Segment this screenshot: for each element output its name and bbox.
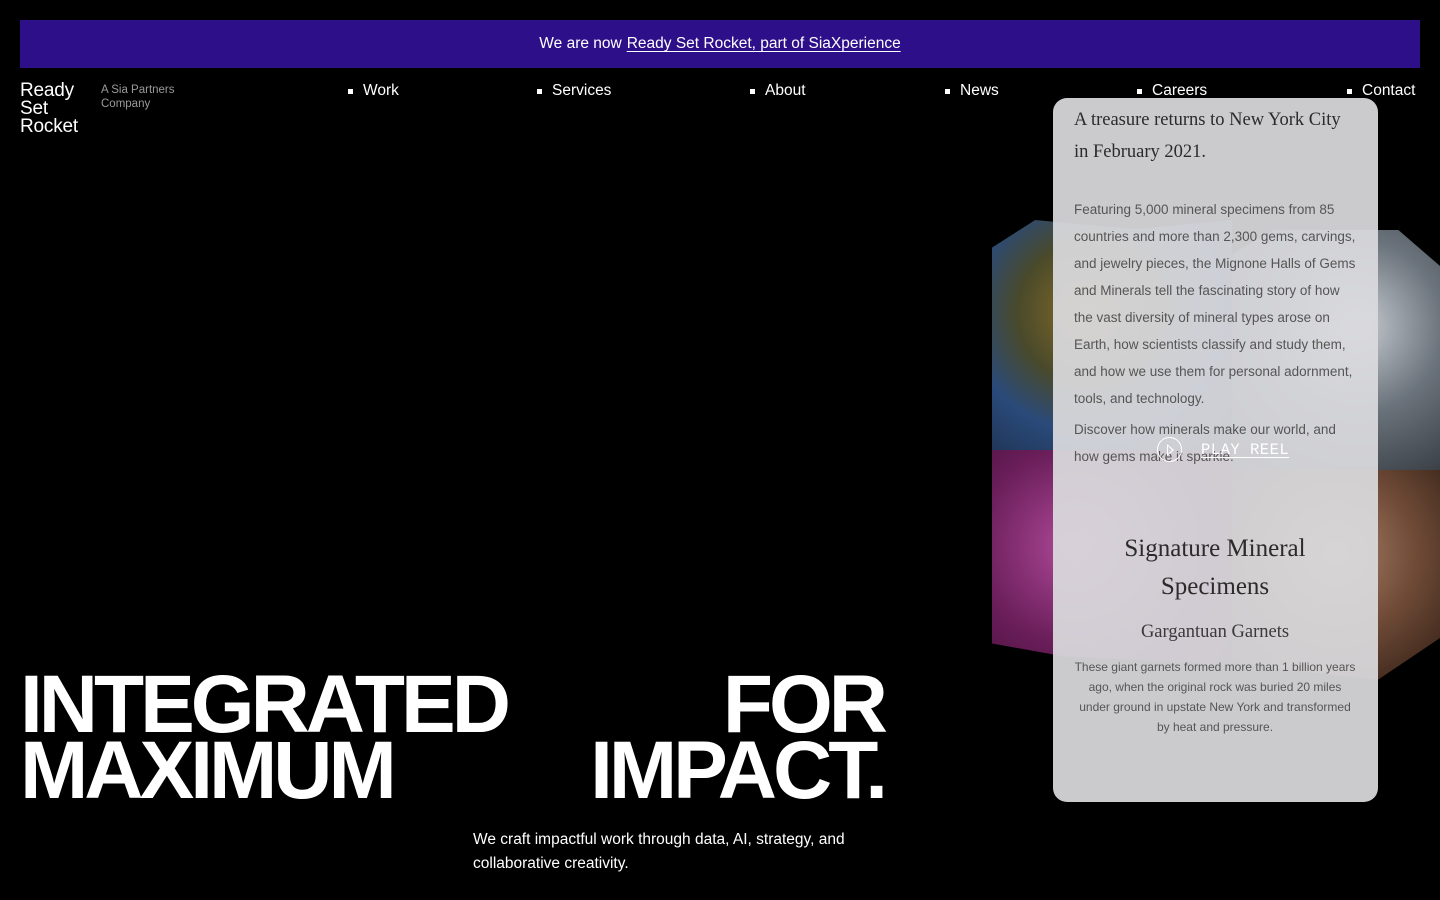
banner-text: We are now — [539, 35, 622, 52]
card-section-text: These giant garnets formed more than 1 b… — [1074, 660, 1356, 734]
bullet-icon — [750, 88, 755, 94]
play-circle-icon — [1157, 437, 1182, 462]
logo-line: Rocket — [20, 116, 78, 137]
nav-label: Contact — [1362, 82, 1416, 99]
nav-label: Work — [363, 82, 399, 99]
bullet-icon — [537, 88, 542, 94]
nav-label: News — [960, 82, 999, 99]
nav-label: Services — [552, 82, 612, 99]
card-section-subtitle: Gargantuan Garnets — [1140, 622, 1290, 642]
nav-item-about[interactable]: About — [750, 82, 806, 100]
card-section-title: Signature Mineral Specimens — [1124, 535, 1306, 600]
bullet-icon — [1137, 88, 1142, 94]
nav-item-services[interactable]: Services — [537, 82, 611, 100]
play-reel-button[interactable]: PLAY REEL — [1157, 437, 1289, 462]
card-heading: A treasure returns to New York City in F… — [1074, 110, 1341, 162]
announcement-banner: We are now Ready Set Rocket, part of Sia… — [20, 20, 1420, 68]
bullet-icon — [1347, 88, 1352, 94]
tagline: We craft impactful work through data, AI… — [473, 831, 845, 872]
bullet-icon — [945, 88, 950, 94]
card-body: Featuring 5,000 mineral specimens from 8… — [1074, 202, 1356, 406]
nav-label: Careers — [1152, 82, 1208, 99]
nav-item-careers[interactable]: Careers — [1137, 82, 1207, 100]
banner-link[interactable]: Ready Set Rocket, part of SiaXperience — [627, 35, 901, 53]
bullet-icon — [348, 88, 353, 94]
nav-label: About — [765, 82, 806, 99]
headline-right: FOR IMPACT. — [590, 664, 888, 816]
play-reel-label: PLAY REEL — [1201, 440, 1290, 459]
headline-line: IMPACT. — [590, 725, 888, 816]
headline-left: INTEGRATED MAXIMUM — [20, 664, 511, 812]
logo-subtitle: A Sia Partners Company — [101, 84, 175, 110]
nav-item-contact[interactable]: Contact — [1347, 82, 1415, 100]
nav-item-work[interactable]: Work — [348, 82, 399, 100]
logo[interactable]: Ready Set Rocket — [20, 81, 78, 137]
nav-item-news[interactable]: News — [945, 82, 999, 100]
